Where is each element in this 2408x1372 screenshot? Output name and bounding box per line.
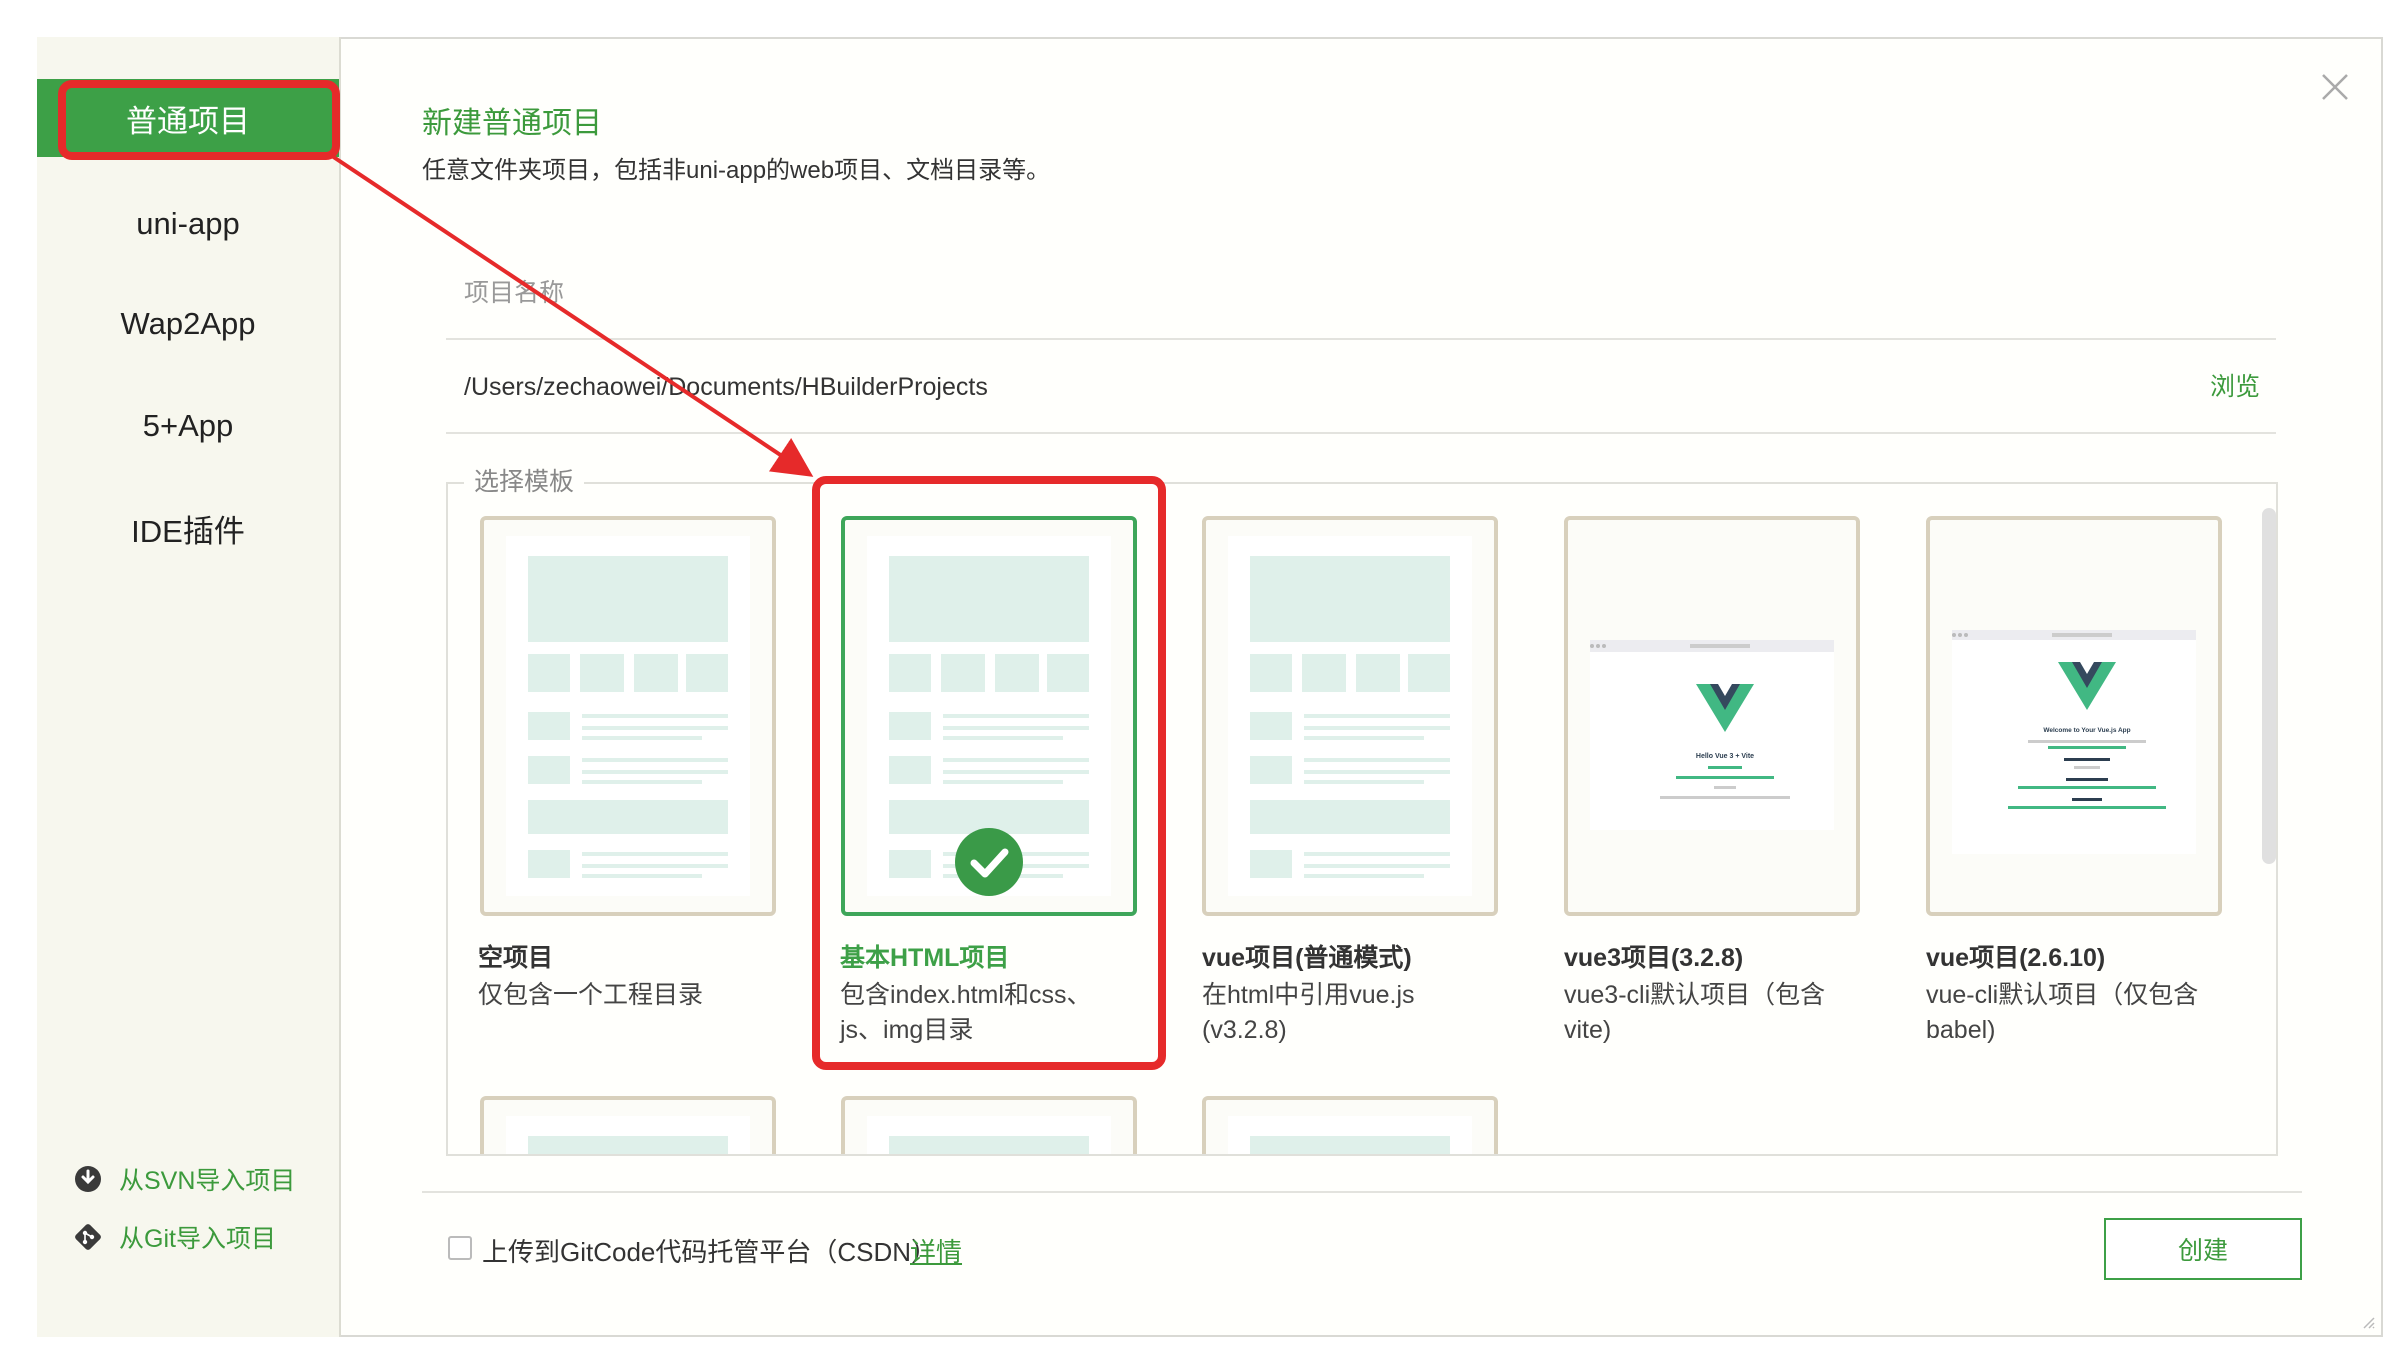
layout-skeleton-icon <box>1250 556 1450 878</box>
template-panel-bottom <box>446 1154 2278 1216</box>
template-preview-partial <box>1228 1116 1472 1156</box>
project-path-input[interactable] <box>464 342 2064 432</box>
sidebar: 普通项目 uni-app Wap2App 5+App IDE插件 从SVN导入项… <box>37 37 341 1337</box>
vue3-preview-heading: Hello Vue 3 + Vite <box>1696 753 1754 760</box>
details-link[interactable]: 详情 <box>910 1232 962 1269</box>
template-preview-vue3: Hello Vue 3 + Vite <box>1590 536 1834 896</box>
template-card-empty[interactable] <box>480 516 776 916</box>
template-desc-vue-normal: 在html中引用vue.js (v3.2.8) <box>1202 981 1415 1044</box>
footer-divider <box>422 1191 2302 1193</box>
vue2-preview-heading: Welcome to Your Vue.js App <box>2043 727 2130 734</box>
sidebar-item-wap2app[interactable]: Wap2App <box>37 285 339 363</box>
vue-app-screenshot-icon: Hello Vue 3 + Vite <box>1590 640 1834 830</box>
template-preview-empty <box>506 536 750 896</box>
project-path-row: 浏览 <box>446 342 2276 434</box>
project-name-row <box>446 248 2276 340</box>
import-git-label: 从Git导入项目 <box>119 1225 276 1253</box>
template-card-partial[interactable] <box>1202 1096 1498 1156</box>
project-name-input[interactable] <box>464 248 2064 338</box>
template-desc-vue3: vue3-cli默认项目（包含vite) <box>1564 981 1826 1044</box>
template-card-partial[interactable] <box>841 1096 1137 1156</box>
sidebar-item-uni-app[interactable]: uni-app <box>37 185 339 263</box>
browse-button[interactable]: 浏览 <box>2210 342 2260 432</box>
import-from-git-link[interactable]: 从Git导入项目 <box>73 1217 276 1257</box>
template-title-empty: 空项目 <box>478 944 554 972</box>
svn-icon <box>75 1166 101 1192</box>
layout-skeleton-icon <box>889 1136 1089 1156</box>
layout-skeleton-icon <box>1250 1136 1450 1156</box>
template-preview-vue-normal <box>1228 536 1472 896</box>
template-preview-partial <box>867 1116 1111 1156</box>
page-subtitle: 任意文件夹项目，包括非uni-app的web项目、文档目录等。 <box>422 157 1051 184</box>
create-button[interactable]: 创建 <box>2104 1218 2302 1280</box>
import-svn-label: 从SVN导入项目 <box>119 1167 296 1195</box>
template-title-vue-normal: vue项目(普通模式) <box>1202 944 1412 972</box>
template-preview-partial <box>506 1116 750 1156</box>
resize-grip-icon[interactable] <box>2360 1314 2376 1330</box>
template-preview-vue2: Welcome to Your Vue.js App <box>1952 536 2196 896</box>
annotation-highlight-template <box>812 476 1166 1070</box>
template-card-vue3[interactable]: Hello Vue 3 + Vite <box>1564 516 1860 916</box>
close-icon[interactable] <box>2320 72 2350 102</box>
upload-gitcode-checkbox[interactable] <box>448 1236 472 1260</box>
template-legend: 选择模板 <box>464 462 585 498</box>
sidebar-item-ide-plugin[interactable]: IDE插件 <box>37 489 339 567</box>
layout-skeleton-icon <box>528 1136 728 1156</box>
template-card-vue2[interactable]: Welcome to Your Vue.js App <box>1926 516 2222 916</box>
template-desc-empty: 仅包含一个工程目录 <box>478 981 704 1009</box>
annotation-highlight-sidebar <box>58 80 340 160</box>
git-icon <box>75 1224 101 1250</box>
layout-skeleton-icon <box>528 556 728 878</box>
upload-gitcode-label: 上传到GitCode代码托管平台（CSDN） <box>482 1237 938 1267</box>
template-title-vue3: vue3项目(3.2.8) <box>1564 944 1744 972</box>
page-title: 新建普通项目 <box>422 107 602 140</box>
vue-app-screenshot-icon: Welcome to Your Vue.js App <box>1952 630 2196 854</box>
template-card-vue-normal[interactable] <box>1202 516 1498 916</box>
template-scrollbar[interactable] <box>2262 508 2276 864</box>
template-title-vue2: vue项目(2.6.10) <box>1926 944 2106 972</box>
sidebar-item-5plus-app[interactable]: 5+App <box>37 387 339 465</box>
template-card-partial[interactable] <box>480 1096 776 1156</box>
import-from-svn-link[interactable]: 从SVN导入项目 <box>73 1159 295 1199</box>
template-desc-vue2: vue-cli默认项目（仅包含babel) <box>1926 981 2199 1044</box>
